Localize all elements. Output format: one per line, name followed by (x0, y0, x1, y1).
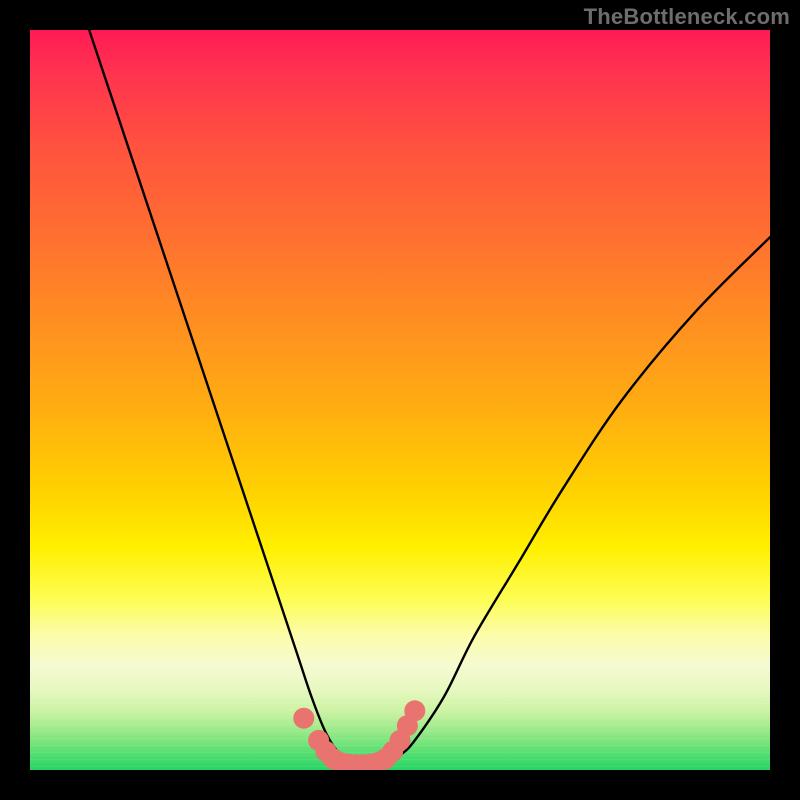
background-gradient (30, 30, 770, 770)
chart-frame: TheBottleneck.com (0, 0, 800, 800)
watermark-text: TheBottleneck.com (584, 4, 790, 30)
plot-area (30, 30, 770, 770)
